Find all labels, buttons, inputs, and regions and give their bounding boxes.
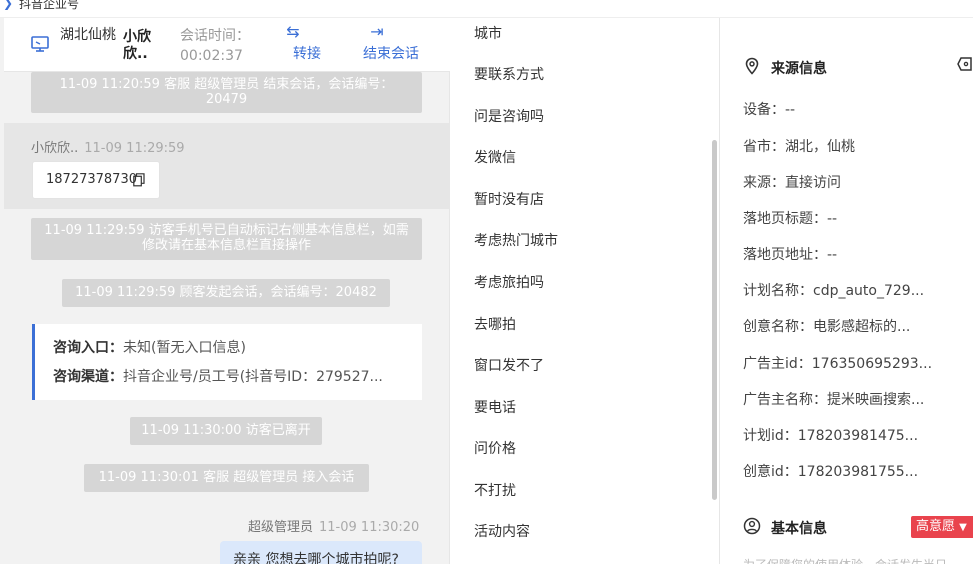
consult-channel-value: 抖音企业号/员工号(抖音号ID：279527... xyxy=(123,369,383,385)
chat-header: 湖北仙桃 小欣欣.. 会话时间： 00:02:37 ⇆ 转接 ⇥ 结束会话 xyxy=(4,18,450,72)
quick-phrase-item[interactable]: 考虑热门城市 xyxy=(474,230,558,250)
agent-message-time: 11-09 11:30:20 xyxy=(319,520,420,535)
exit-icon: ⇥ xyxy=(370,22,384,41)
user-circle-icon xyxy=(743,517,761,535)
visitor-location: 湖北仙桃 xyxy=(60,27,116,43)
quick-phrase-item[interactable]: 暂时没有店 xyxy=(474,189,544,209)
chevron-down-icon: ▼ xyxy=(959,522,967,533)
visitor-phone-number: 18727378730 xyxy=(46,172,137,187)
visitor-name: 小欣欣.. xyxy=(123,29,151,62)
source-device: 设备：-- xyxy=(743,102,796,118)
tag-icon[interactable] xyxy=(957,56,973,72)
agent-message-sender: 超级管理员 xyxy=(248,520,314,535)
source-landing-title: 落地页标题：-- xyxy=(743,211,838,227)
agent-message-bubble: 亲亲 您想去哪个城市拍呢? xyxy=(220,541,422,564)
source-creative-name: 创意名称：电影感超标的... xyxy=(743,319,911,335)
chat-panel: 湖北仙桃 小欣欣.. 会话时间： 00:02:37 ⇆ 转接 ⇥ 结束会话 11… xyxy=(0,18,450,564)
agent-message-meta: 超级管理员 11-09 11:30:20 xyxy=(248,516,419,535)
quick-phrase-scrollbar[interactable] xyxy=(712,140,717,500)
quick-phrase-item[interactable]: 城市 xyxy=(474,23,502,43)
quick-phrase-item[interactable]: 问是咨询吗 xyxy=(474,106,544,126)
visitor-phone-bubble[interactable]: 18727378730 xyxy=(32,161,160,199)
quick-phrase-item[interactable]: 不打扰 xyxy=(474,480,516,500)
source-advertiser-name: 广告主名称：提米映画搜索... xyxy=(743,392,925,408)
source-plan-id: 计划id：178203981475... xyxy=(743,428,919,444)
app-name: 抖音企业号 xyxy=(19,0,80,11)
system-message: 11-09 11:20:59 客服 超级管理员 结束会话，会话编号：20479 xyxy=(31,72,422,113)
consult-channel-label: 咨询渠道： xyxy=(53,369,123,385)
source-province: 省市：湖北，仙桃 xyxy=(743,139,855,155)
app-window: ❯ 抖音企业号 湖北仙桃 小欣欣.. 会话时间： 00:02:37 ⇆ 转接 ⇥… xyxy=(0,0,973,564)
chat-message-list[interactable]: 11-09 11:20:59 客服 超级管理员 结束会话，会话编号：20479 … xyxy=(4,72,450,564)
quick-phrase-item[interactable]: 要联系方式 xyxy=(474,64,544,84)
source-plan-name: 计划名称：cdp_auto_729... xyxy=(743,283,925,299)
quick-phrase-item[interactable]: 要电话 xyxy=(474,397,516,417)
system-message: 11-09 11:29:59 顾客发起会话，会话编号：20482 xyxy=(62,279,390,307)
source-creative-id: 创意id：178203981755... xyxy=(743,464,919,480)
consult-info-card: 咨询入口：未知(暂无入口信息) 咨询渠道：抖音企业号/员工号(抖音号ID：279… xyxy=(32,324,422,400)
copy-icon[interactable] xyxy=(133,173,145,187)
intent-badge-label: 高意愿 xyxy=(916,519,956,534)
system-message: 11-09 11:29:59 访客手机号已自动标记右侧基本信息栏，如需修改请在基… xyxy=(31,218,422,260)
consult-entry-value: 未知(暂无入口信息) xyxy=(123,340,246,356)
source-origin: 来源：直接访问 xyxy=(743,175,841,191)
app-title-bar: ❯ 抖音企业号 xyxy=(0,0,973,18)
system-message: 11-09 11:30:01 客服 超级管理员 接入会话 xyxy=(84,464,369,492)
source-landing-url: 落地页地址：-- xyxy=(743,247,838,263)
location-pin-icon xyxy=(745,57,759,75)
consult-entry-row: 咨询入口：未知(暂无入口信息) xyxy=(53,334,413,363)
quick-phrase-item[interactable]: 活动内容 xyxy=(474,521,530,541)
transfer-label: 转接 xyxy=(293,46,321,62)
source-advertiser-id: 广告主id：176350695293... xyxy=(743,356,933,372)
monitor-icon xyxy=(31,36,49,52)
visitor-message-sender: 小欣欣.. xyxy=(31,141,79,156)
basic-info-title: 基本信息 xyxy=(771,521,827,537)
visitor-message-time: 11-09 11:29:59 xyxy=(84,141,185,156)
consult-channel-row: 咨询渠道：抖音企业号/员工号(抖音号ID：279527... xyxy=(53,363,413,392)
session-time-value: 00:02:37 xyxy=(180,48,243,64)
quick-phrase-item[interactable]: 去哪拍 xyxy=(474,314,516,334)
end-session-label: 结束会话 xyxy=(363,46,419,62)
transfer-icon: ⇆ xyxy=(286,22,300,41)
system-message: 11-09 11:30:00 访客已离开 xyxy=(130,417,322,445)
basic-info-note: 为了保障您的使用体验，会话发生当日 xyxy=(743,556,947,564)
quick-phrase-item[interactable]: 问价格 xyxy=(474,438,516,458)
visitor-message-meta: 小欣欣.. 11-09 11:29:59 xyxy=(31,137,185,156)
quick-phrase-item[interactable]: 发微信 xyxy=(474,147,516,167)
end-session-button[interactable]: ⇥ 结束会话 xyxy=(356,22,426,70)
app-logo-icon: ❯ xyxy=(3,0,14,10)
quick-phrase-item[interactable]: 窗口发不了 xyxy=(474,355,544,375)
consult-entry-label: 咨询入口： xyxy=(53,340,123,356)
source-info-title: 来源信息 xyxy=(771,61,827,77)
info-panel: 来源信息 设备：-- 省市：湖北，仙桃 来源：直接访问 落地页标题：-- 落地页… xyxy=(721,18,973,564)
session-time-label: 会话时间： xyxy=(180,28,250,44)
intent-badge[interactable]: 高意愿 ▼ xyxy=(911,516,973,538)
quick-phrase-item[interactable]: 考虑旅拍吗 xyxy=(474,272,544,292)
quick-phrase-panel: 城市要联系方式问是咨询吗发微信暂时没有店考虑热门城市 考虑旅拍吗去哪拍窗口发不了要… xyxy=(456,18,720,564)
